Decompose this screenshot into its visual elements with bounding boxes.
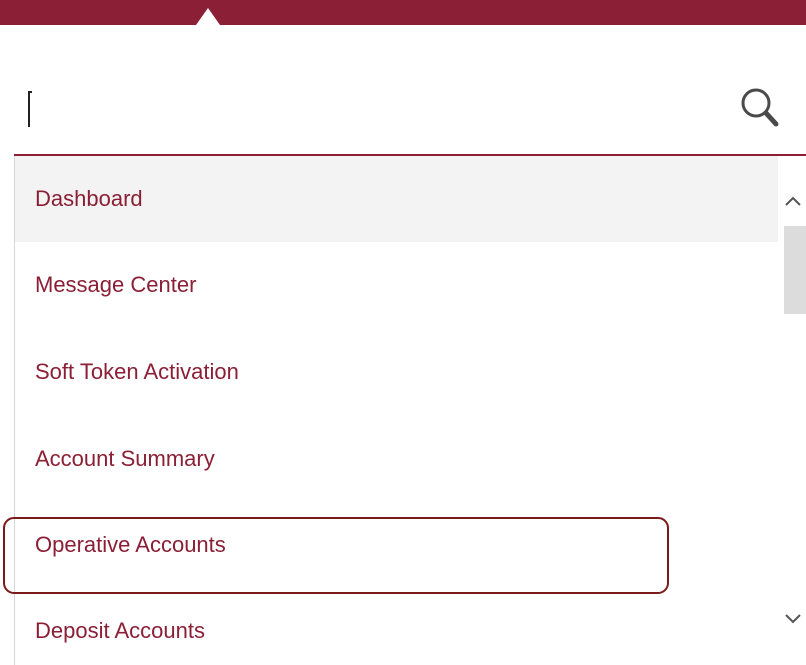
menu-item-deposit-accounts[interactable]: Deposit Accounts [15, 588, 778, 665]
menu-item-label: Operative Accounts [35, 532, 226, 557]
search-input[interactable] [14, 85, 728, 133]
top-bar [0, 0, 806, 25]
menu-item-message-center[interactable]: Message Center [15, 242, 778, 328]
search-icon[interactable] [739, 86, 787, 130]
dropdown-pointer-notch [196, 8, 220, 25]
chevron-up-icon[interactable] [778, 186, 806, 216]
menu-item-label: Deposit Accounts [35, 618, 205, 643]
search-bar [14, 70, 806, 156]
menu-item-dashboard[interactable]: Dashboard [15, 156, 778, 242]
menu-item-label: Account Summary [35, 446, 215, 471]
chevron-down-icon[interactable] [778, 604, 806, 634]
menu-item-account-summary[interactable]: Account Summary [15, 416, 778, 502]
menu-item-soft-token-activation[interactable]: Soft Token Activation [15, 329, 778, 415]
menu-item-operative-accounts[interactable]: Operative Accounts [15, 502, 778, 588]
scrollbar[interactable] [778, 156, 806, 665]
menu-list: Dashboard Message Center Soft Token Acti… [14, 156, 806, 665]
scrollbar-thumb[interactable] [784, 226, 806, 314]
menu-item-label: Soft Token Activation [35, 359, 239, 384]
text-cursor [28, 91, 32, 127]
menu-item-label: Message Center [35, 272, 197, 297]
menu-item-label: Dashboard [35, 186, 143, 211]
